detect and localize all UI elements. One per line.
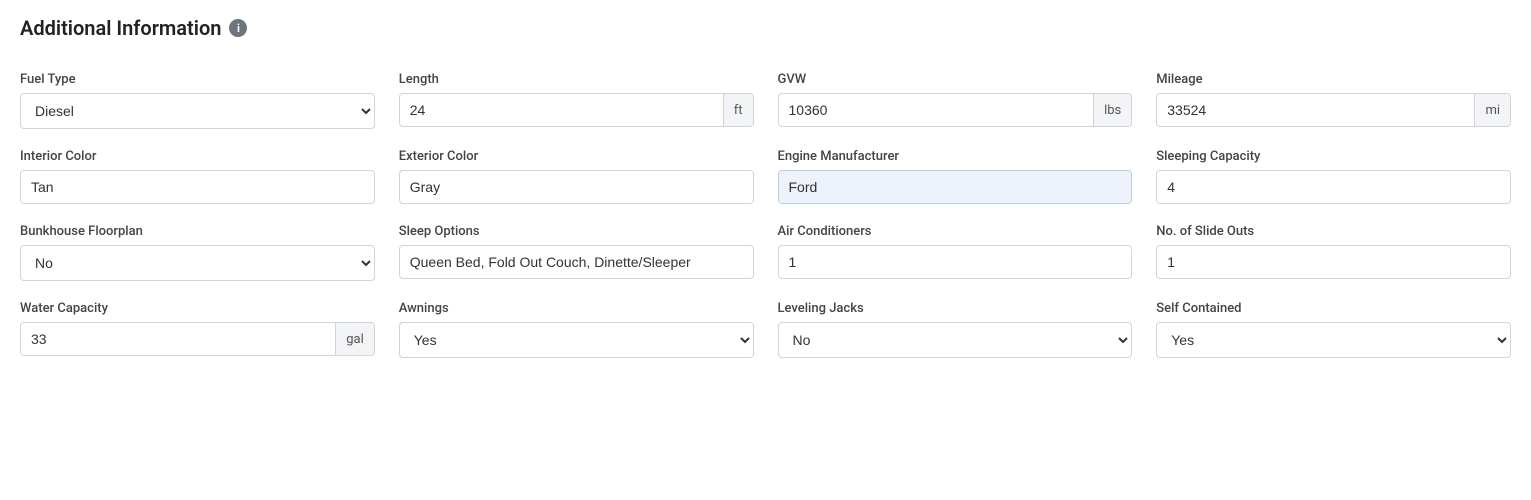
sleeping-capacity-input-wrapper bbox=[1156, 170, 1511, 204]
additional-information-section: Additional Information i Fuel Type Diese… bbox=[0, 0, 1531, 374]
interior-color-input-wrapper bbox=[20, 170, 375, 204]
mileage-field: Mileage mi bbox=[1156, 72, 1511, 129]
water-capacity-unit: gal bbox=[335, 323, 374, 355]
interior-color-field: Interior Color bbox=[20, 149, 375, 204]
length-label: Length bbox=[399, 72, 754, 87]
air-conditioners-field: Air Conditioners bbox=[778, 224, 1133, 281]
sleeping-capacity-input[interactable] bbox=[1157, 171, 1510, 203]
awnings-select[interactable]: Yes No bbox=[400, 323, 753, 357]
fuel-type-select-wrapper: Diesel Gas Electric Propane bbox=[20, 93, 375, 129]
interior-color-input[interactable] bbox=[21, 171, 374, 203]
leveling-jacks-select-wrapper: No Yes bbox=[778, 322, 1133, 358]
fuel-type-field: Fuel Type Diesel Gas Electric Propane bbox=[20, 72, 375, 129]
fuel-type-label: Fuel Type bbox=[20, 72, 375, 87]
engine-manufacturer-input[interactable] bbox=[779, 171, 1132, 203]
water-capacity-input[interactable] bbox=[21, 323, 335, 355]
gvw-label: GVW bbox=[778, 72, 1133, 87]
fuel-type-select[interactable]: Diesel Gas Electric Propane bbox=[21, 94, 374, 128]
self-contained-select[interactable]: Yes No bbox=[1157, 323, 1510, 357]
sleeping-capacity-label: Sleeping Capacity bbox=[1156, 149, 1511, 164]
awnings-select-wrapper: Yes No bbox=[399, 322, 754, 358]
gvw-input[interactable] bbox=[779, 94, 1094, 126]
water-capacity-label: Water Capacity bbox=[20, 301, 375, 316]
length-input-wrapper: ft bbox=[399, 93, 754, 127]
exterior-color-input-wrapper bbox=[399, 170, 754, 204]
engine-manufacturer-field: Engine Manufacturer bbox=[778, 149, 1133, 204]
exterior-color-field: Exterior Color bbox=[399, 149, 754, 204]
gvw-input-wrapper: lbs bbox=[778, 93, 1133, 127]
air-conditioners-label: Air Conditioners bbox=[778, 224, 1133, 239]
water-capacity-input-wrapper: gal bbox=[20, 322, 375, 356]
awnings-field: Awnings Yes No bbox=[399, 301, 754, 358]
engine-manufacturer-label: Engine Manufacturer bbox=[778, 149, 1133, 164]
section-header: Additional Information i bbox=[20, 16, 1511, 48]
leveling-jacks-select[interactable]: No Yes bbox=[779, 323, 1132, 357]
length-input[interactable] bbox=[400, 94, 723, 126]
bunkhouse-floorplan-select[interactable]: No Yes bbox=[21, 246, 374, 280]
form-grid: Fuel Type Diesel Gas Electric Propane Le… bbox=[20, 72, 1511, 358]
mileage-input[interactable] bbox=[1157, 94, 1474, 126]
self-contained-select-wrapper: Yes No bbox=[1156, 322, 1511, 358]
length-field: Length ft bbox=[399, 72, 754, 129]
slide-outs-label: No. of Slide Outs bbox=[1156, 224, 1511, 239]
bunkhouse-floorplan-label: Bunkhouse Floorplan bbox=[20, 224, 375, 239]
mileage-input-wrapper: mi bbox=[1156, 93, 1511, 127]
bunkhouse-floorplan-field: Bunkhouse Floorplan No Yes bbox=[20, 224, 375, 281]
air-conditioners-input-wrapper bbox=[778, 245, 1133, 279]
slide-outs-input-wrapper bbox=[1156, 245, 1511, 279]
gvw-field: GVW lbs bbox=[778, 72, 1133, 129]
slide-outs-input[interactable] bbox=[1157, 246, 1510, 278]
sleep-options-input[interactable] bbox=[400, 246, 753, 278]
gvw-unit: lbs bbox=[1093, 94, 1131, 126]
leveling-jacks-label: Leveling Jacks bbox=[778, 301, 1133, 316]
self-contained-label: Self Contained bbox=[1156, 301, 1511, 316]
water-capacity-field: Water Capacity gal bbox=[20, 301, 375, 358]
interior-color-label: Interior Color bbox=[20, 149, 375, 164]
sleeping-capacity-field: Sleeping Capacity bbox=[1156, 149, 1511, 204]
sleep-options-field: Sleep Options bbox=[399, 224, 754, 281]
sleep-options-input-wrapper bbox=[399, 245, 754, 279]
info-icon[interactable]: i bbox=[229, 19, 247, 37]
exterior-color-input[interactable] bbox=[400, 171, 753, 203]
bunkhouse-floorplan-select-wrapper: No Yes bbox=[20, 245, 375, 281]
exterior-color-label: Exterior Color bbox=[399, 149, 754, 164]
self-contained-field: Self Contained Yes No bbox=[1156, 301, 1511, 358]
mileage-unit: mi bbox=[1474, 94, 1510, 126]
length-unit: ft bbox=[723, 94, 753, 126]
mileage-label: Mileage bbox=[1156, 72, 1511, 87]
sleep-options-label: Sleep Options bbox=[399, 224, 754, 239]
slide-outs-field: No. of Slide Outs bbox=[1156, 224, 1511, 281]
engine-manufacturer-input-wrapper bbox=[778, 170, 1133, 204]
leveling-jacks-field: Leveling Jacks No Yes bbox=[778, 301, 1133, 358]
section-title: Additional Information bbox=[20, 16, 221, 40]
awnings-label: Awnings bbox=[399, 301, 754, 316]
air-conditioners-input[interactable] bbox=[779, 246, 1132, 278]
